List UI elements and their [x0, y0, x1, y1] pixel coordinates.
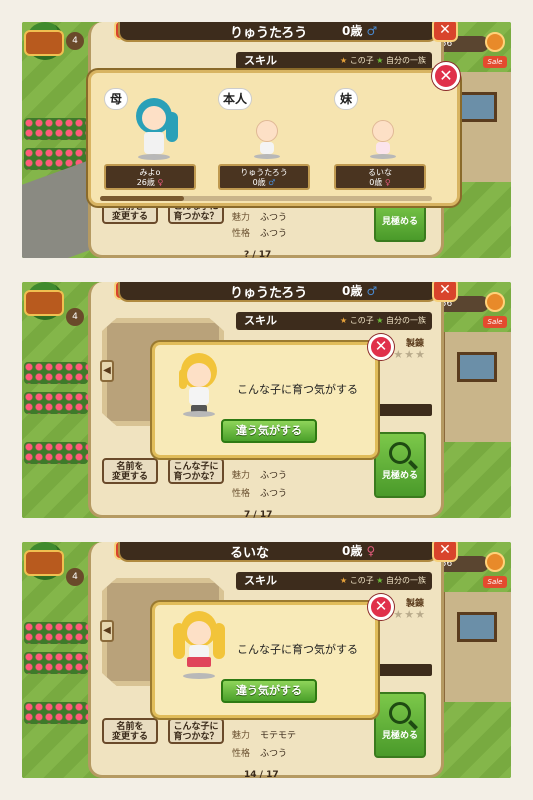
growth-preview-dialog: こんな子に育つ気がする 違う気がする [152, 342, 378, 458]
child-age: 0歳 ♂ [342, 284, 378, 298]
family-member-sister[interactable]: 妹 るいな 0歳 ♀ [334, 82, 438, 198]
relation-bubble: 本人 [218, 88, 253, 110]
medal-icon[interactable] [485, 32, 505, 52]
child-name: りゅうたろう [230, 286, 308, 301]
profile-title-bar: りゅうたろう 0歳 ♂ [118, 282, 438, 302]
close-icon[interactable]: ✕ [432, 542, 458, 562]
charm-row: 魅力 ふつう [232, 471, 288, 481]
page-indicator: 14 / 17 [244, 770, 279, 778]
house-decoration [441, 592, 511, 702]
preview-growth-button[interactable]: こんな子に 育つかな？ [168, 718, 224, 744]
shop-badge-icon[interactable] [24, 550, 64, 576]
profile-title-bar: りゅうたろう 0歳 ♂ [118, 22, 438, 42]
rename-button[interactable]: 名前を 変更する [102, 458, 158, 484]
child-name: るいな [230, 546, 270, 561]
child-age: 0歳 ♂ [342, 24, 378, 38]
skill-header: スキル ★ この子 ★ 自分の一族 [236, 312, 432, 330]
family-scrollbar[interactable] [100, 196, 432, 201]
family-member-self[interactable]: 本人 りゅうたろう 0歳 ♂ [218, 82, 322, 198]
personality-row: 性格 ふつう [232, 229, 288, 239]
rename-button[interactable]: 名前を 変更する [102, 718, 158, 744]
medal-icon[interactable] [485, 552, 505, 572]
screenshot-frame-2: 4 156 Sale ⮌ りゅうたろう 0歳 ♂ ✕ ◀ スキル ★ この子 ★… [22, 282, 511, 518]
flower-bed [24, 652, 88, 674]
profile-title-bar: るいな 0歳 ♀ [118, 542, 438, 562]
flower-bed [24, 118, 88, 140]
charm-row: 魅力 モテモテ [232, 731, 297, 741]
medal-icon[interactable] [485, 292, 505, 312]
family-member-info: りゅうたろう 0歳 ♂ [218, 164, 310, 190]
dialog-message: こんな子に育つ気がする [237, 643, 358, 656]
close-icon[interactable]: ✕ [432, 22, 458, 42]
flower-bed [24, 702, 88, 724]
page-indicator: ? / 17 [244, 250, 272, 258]
family-member-mother[interactable]: 母 みよo 26歳 ♀ [104, 82, 208, 198]
magnifier-icon [389, 442, 411, 464]
shop-badge-icon[interactable] [24, 290, 64, 316]
family-member-info: るいな 0歳 ♀ [334, 164, 426, 190]
prev-child-arrow-icon[interactable]: ◀ [100, 620, 114, 642]
child-age: 0歳 ♀ [342, 544, 376, 558]
sale-badge[interactable]: Sale [483, 316, 507, 328]
shop-badge-icon[interactable] [24, 30, 64, 56]
side-counter: 4 [66, 308, 84, 326]
close-icon[interactable]: ✕ [432, 282, 458, 302]
sale-badge[interactable]: Sale [483, 576, 507, 588]
child-name: りゅうたろう [230, 26, 308, 41]
close-icon[interactable]: ✕ [368, 594, 394, 620]
skill-header: スキル ★ この子 ★ 自分の一族 [236, 52, 432, 70]
screenshot-frame-1: 4 156 Sale ⮌ りゅうたろう 0歳 ♂ ✕ スキル ★ この子 ★ 自… [22, 22, 511, 258]
personality-row: 性格 ふつう [232, 749, 288, 759]
page-indicator: 7 / 17 [244, 510, 273, 518]
relation-bubble: 母 [104, 88, 128, 110]
skill-stars: ★★★ [393, 608, 426, 621]
mother-avatar [132, 98, 178, 162]
screenshot-frame-3: 4 156 Sale ⮌ るいな 0歳 ♀ ✕ ◀ スキル ★ この子 ★ 自分… [22, 542, 511, 778]
growth-preview-dialog: こんな子に育つ気がする 違う気がする [152, 602, 378, 718]
flower-bed [24, 442, 88, 464]
personality-row: 性格 ふつう [232, 489, 288, 499]
different-guess-button[interactable]: 違う気がする [221, 419, 317, 443]
magnifier-icon [389, 702, 411, 724]
baby-avatar [370, 120, 398, 160]
child-preview-avatar [173, 611, 225, 681]
preview-growth-button[interactable]: こんな子に 育つかな？ [168, 458, 224, 484]
child-preview-avatar [177, 353, 221, 419]
side-counter: 4 [66, 32, 84, 50]
examine-button[interactable]: 見極める [374, 432, 426, 498]
side-counter: 4 [66, 568, 84, 586]
different-guess-button[interactable]: 違う気がする [221, 679, 317, 703]
skill-stars: ★★★ [393, 348, 426, 361]
flower-bed [24, 622, 88, 644]
house-decoration [441, 332, 511, 442]
prev-child-arrow-icon[interactable]: ◀ [100, 360, 114, 382]
family-member-info: みよo 26歳 ♀ [104, 164, 196, 190]
relation-bubble: 妹 [334, 88, 358, 110]
baby-avatar [254, 120, 282, 160]
flower-bed [24, 392, 88, 414]
sale-badge[interactable]: Sale [483, 56, 507, 68]
skill-header: スキル ★ この子 ★ 自分の一族 [236, 572, 432, 590]
charm-row: 魅力 ふつう [232, 213, 288, 223]
dialog-message: こんな子に育つ気がする [237, 383, 358, 396]
close-icon[interactable]: ✕ [368, 334, 394, 360]
flower-bed [24, 362, 88, 384]
examine-button[interactable]: 見極める [374, 692, 426, 758]
